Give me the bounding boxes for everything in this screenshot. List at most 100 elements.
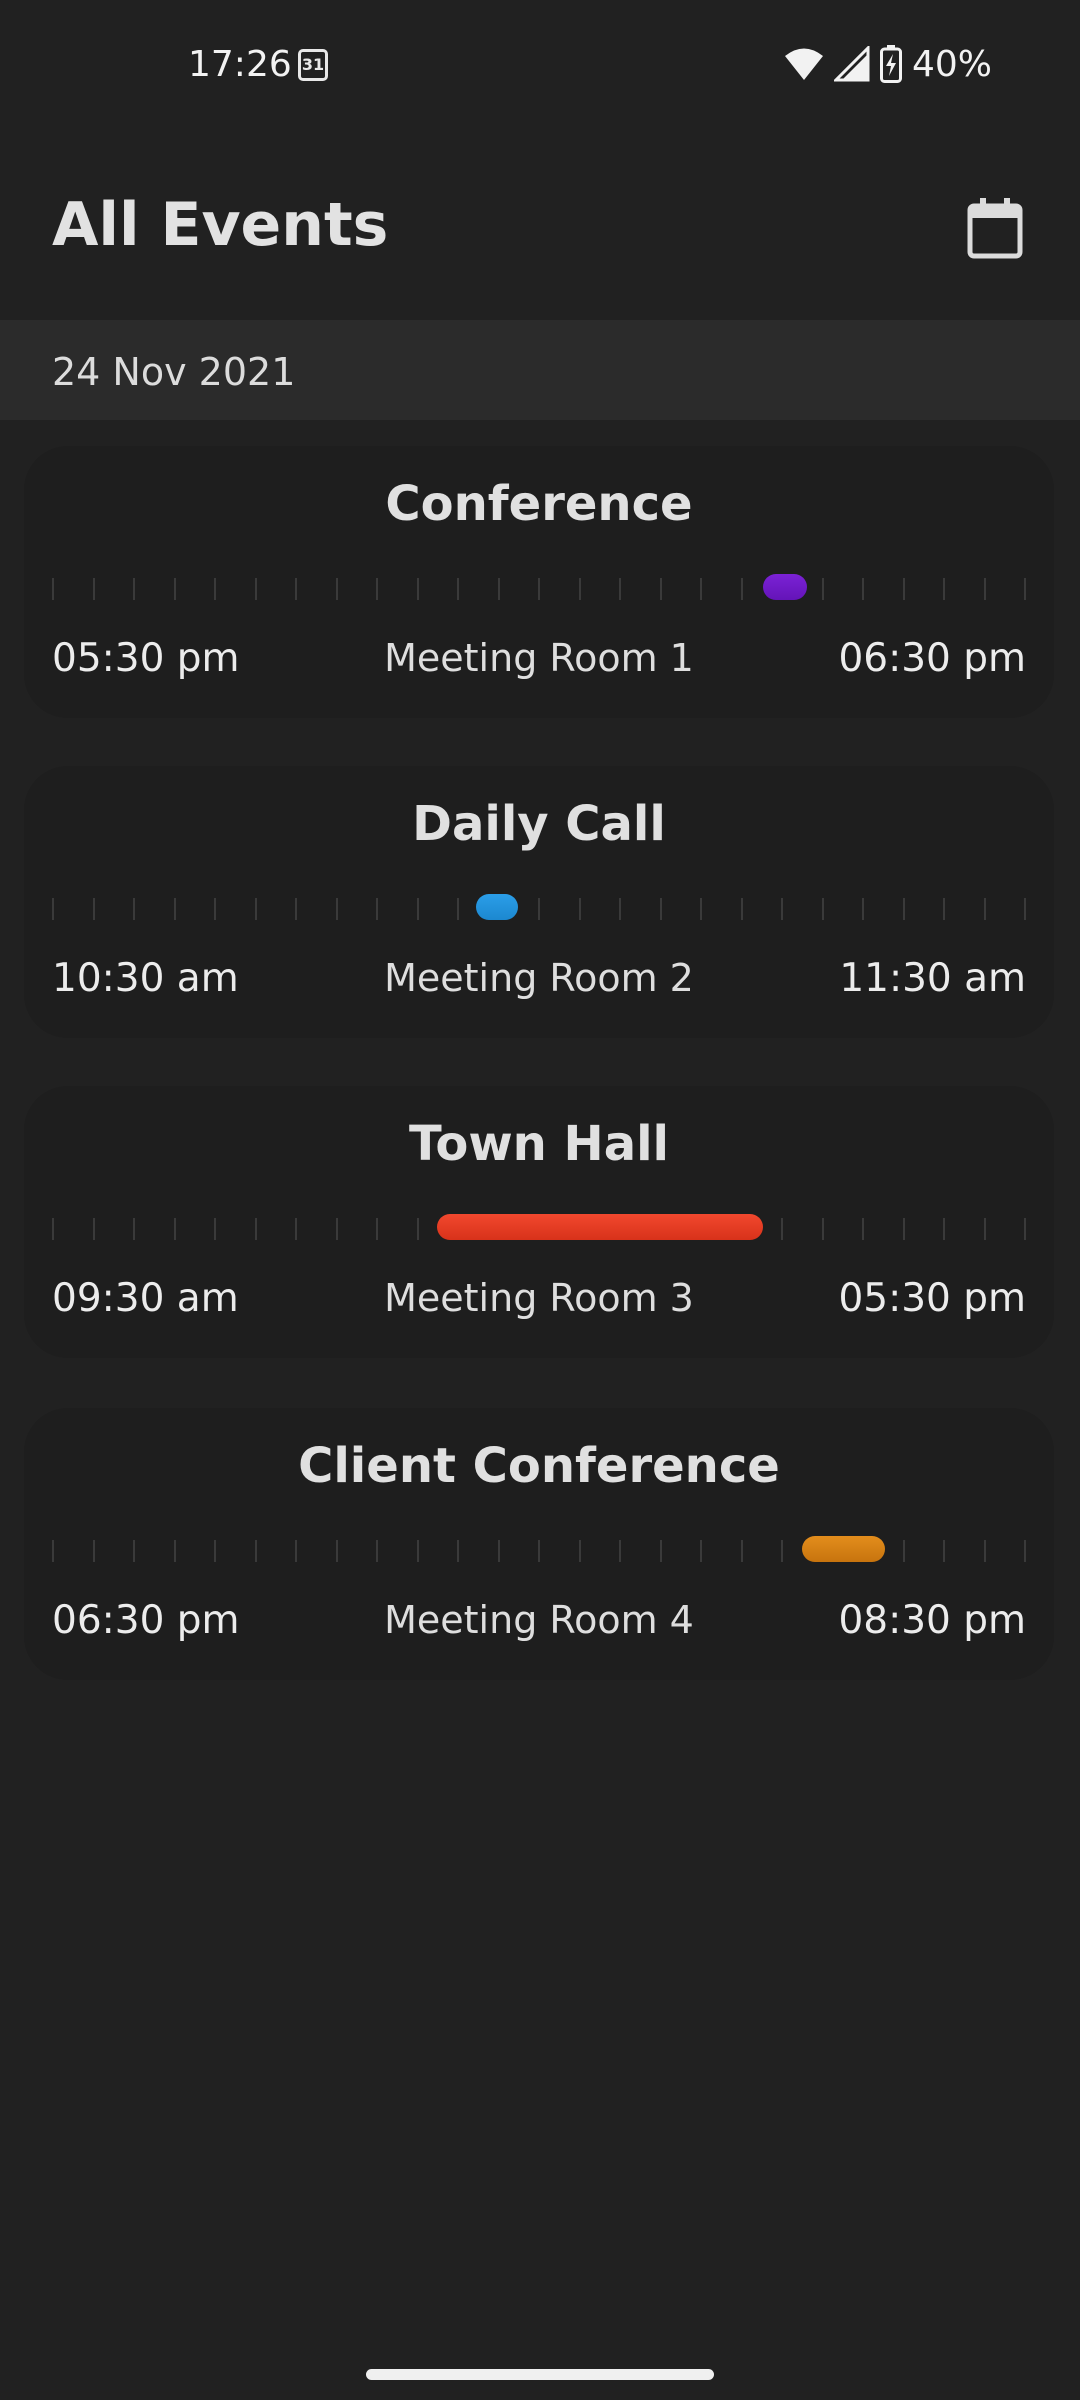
- event-end-time: 05:30 pm: [838, 1276, 1026, 1321]
- status-icons: 40%: [784, 44, 992, 85]
- battery-charging-icon: [879, 45, 902, 83]
- calendar-icon: [967, 198, 1023, 259]
- timeline-tick: [336, 1218, 338, 1240]
- event-time-bar: [801, 1536, 885, 1562]
- timeline-tick: [52, 898, 54, 920]
- timeline-tick: [538, 1540, 540, 1562]
- timeline-tick: [741, 578, 743, 600]
- cellular-signal-icon: [833, 46, 870, 82]
- timeline-tick: [457, 898, 459, 920]
- timeline-tick: [133, 1540, 135, 1562]
- timeline-tick: [133, 578, 135, 600]
- event-card[interactable]: Daily Call 10:30 am Meeting Room 2 11:30…: [24, 766, 1054, 1038]
- timeline-tick: [984, 898, 986, 920]
- timeline-tick: [417, 1218, 419, 1240]
- timeline-tick: [943, 1540, 945, 1562]
- event-title: Client Conference: [298, 1438, 780, 1494]
- date-label: 24 Nov 2021: [52, 350, 296, 394]
- event-card[interactable]: Conference 05:30 pm Meeting Room 1 06:30…: [24, 446, 1054, 718]
- status-time: 17:26: [188, 44, 292, 85]
- event-end-time: 11:30 am: [839, 956, 1026, 1001]
- timeline-tick: [174, 898, 176, 920]
- timeline-tick: [943, 898, 945, 920]
- timeline-tick: [376, 1540, 378, 1562]
- timeline-tick: [943, 578, 945, 600]
- timeline-tick: [133, 898, 135, 920]
- timeline-tick: [781, 898, 783, 920]
- timeline-tick: [174, 1540, 176, 1562]
- timeline-tick: [741, 898, 743, 920]
- event-title: Town Hall: [408, 1116, 670, 1172]
- timeline-tick: [93, 1218, 95, 1240]
- timeline-tick: [255, 578, 257, 600]
- home-indicator[interactable]: [366, 2369, 714, 2380]
- timeline-tick: [538, 898, 540, 920]
- timeline-tick: [822, 1218, 824, 1240]
- timeline-tick: [579, 898, 581, 920]
- timeline-tick: [862, 898, 864, 920]
- timeline-tick: [943, 1218, 945, 1240]
- event-time-bar: [763, 574, 807, 600]
- event-time-bar: [436, 1214, 763, 1240]
- event-card[interactable]: Town Hall 09:30 am Meeting Room 3 05:30 …: [24, 1086, 1054, 1358]
- timeline-tick: [93, 578, 95, 600]
- timeline-tick: [295, 1540, 297, 1562]
- timeline-tick: [336, 898, 338, 920]
- timeline-tick: [1024, 1540, 1026, 1562]
- timeline-tick: [214, 898, 216, 920]
- event-time-bar: [475, 894, 518, 920]
- timeline-tick: [214, 578, 216, 600]
- timeline-tick: [417, 898, 419, 920]
- timeline-tick: [781, 1218, 783, 1240]
- timeline-tick: [255, 1218, 257, 1240]
- timeline-tick: [255, 1540, 257, 1562]
- timeline-tick: [741, 1540, 743, 1562]
- timeline-tick: [700, 898, 702, 920]
- timeline-tick: [417, 1540, 419, 1562]
- timeline-tick: [214, 1218, 216, 1240]
- timeline-tick: [376, 1218, 378, 1240]
- timeline-tick: [336, 1540, 338, 1562]
- event-timeline: [52, 1536, 1026, 1562]
- timeline-tick: [295, 898, 297, 920]
- timeline-tick: [417, 578, 419, 600]
- timeline-tick: [52, 578, 54, 600]
- timeline-tick: [579, 1540, 581, 1562]
- timeline-tick: [619, 1540, 621, 1562]
- timeline-tick: [903, 898, 905, 920]
- timeline-tick: [295, 1218, 297, 1240]
- timeline-tick: [457, 1540, 459, 1562]
- timeline-tick: [255, 898, 257, 920]
- event-title: Conference: [385, 476, 693, 532]
- date-section-header: 24 Nov 2021: [0, 320, 1080, 420]
- calendar-button[interactable]: [962, 196, 1028, 262]
- timeline-tick: [984, 1218, 986, 1240]
- timeline-tick: [619, 578, 621, 600]
- event-end-time: 08:30 pm: [838, 1598, 1026, 1643]
- event-timeline: [52, 574, 1026, 600]
- timeline-tick: [903, 578, 905, 600]
- timeline-tick: [174, 578, 176, 600]
- timeline-tick: [93, 898, 95, 920]
- event-card[interactable]: Client Conference 06:30 pm Meeting Room …: [24, 1408, 1054, 1680]
- calendar-notification-icon: 31: [298, 49, 328, 81]
- timeline-tick: [862, 578, 864, 600]
- timeline-tick: [336, 578, 338, 600]
- timeline-tick: [660, 578, 662, 600]
- timeline-tick: [903, 1540, 905, 1562]
- timeline-tick: [1024, 578, 1026, 600]
- timeline-tick: [822, 898, 824, 920]
- timeline-tick: [133, 1218, 135, 1240]
- timeline-tick: [700, 578, 702, 600]
- timeline-tick: [822, 578, 824, 600]
- timeline-tick: [700, 1540, 702, 1562]
- timeline-tick: [214, 1540, 216, 1562]
- timeline-tick: [862, 1218, 864, 1240]
- timeline-tick: [457, 578, 459, 600]
- timeline-tick: [984, 1540, 986, 1562]
- timeline-tick: [93, 1540, 95, 1562]
- event-end-time: 06:30 pm: [838, 636, 1026, 681]
- timeline-tick: [660, 1540, 662, 1562]
- timeline-tick: [984, 578, 986, 600]
- status-bar: 17:26 31 40%: [0, 0, 1080, 136]
